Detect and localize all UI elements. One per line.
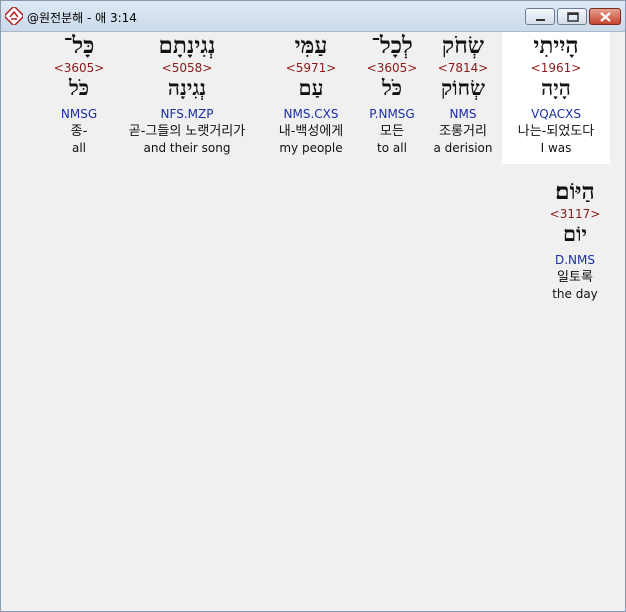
title-bar[interactable]: @원전분해 - 애 3:14 xyxy=(1,1,625,32)
close-icon xyxy=(600,12,611,22)
interlinear-panel: הָיִיתִי <1961> הָיָה VQACXS 나는-되었도다 I w… xyxy=(5,32,621,608)
korean-gloss: 일토록 xyxy=(557,270,593,285)
word-block[interactable]: הַיּוֹם׃ <3117> יוֹם D.NMS 일토록 the day xyxy=(521,178,626,310)
morphology-code: NMS.CXS xyxy=(283,107,339,121)
english-gloss: all xyxy=(71,141,87,155)
word-block[interactable]: כָּל־ <3605> כֹּל NMSG 종- all xyxy=(29,32,129,164)
english-gloss: and their song xyxy=(143,141,231,155)
app-window: @원전분해 - 애 3:14 הָיִיתִי <1961> הָיָה VQA… xyxy=(0,0,626,612)
maximize-icon xyxy=(567,12,579,22)
maximize-button[interactable] xyxy=(557,8,587,25)
morphology-code: VQACXS xyxy=(531,107,581,121)
window-title: @원전분해 - 애 3:14 xyxy=(27,11,137,25)
hebrew-lemma: כֹּל xyxy=(68,75,90,100)
english-gloss: my people xyxy=(279,141,343,155)
english-gloss: the day xyxy=(552,287,598,301)
word-block[interactable]: נְגִינָתָם <5058> נְגִינָה NFS.MZP 곧-그들의… xyxy=(107,32,267,164)
hebrew-lemma: הָיָה xyxy=(541,75,571,100)
hebrew-word: הַיּוֹם׃ xyxy=(555,178,595,205)
morphology-code: NMSG xyxy=(60,107,98,121)
close-button[interactable] xyxy=(589,8,621,25)
korean-gloss: 내-백성에게 xyxy=(278,124,344,139)
minimize-icon xyxy=(536,19,545,21)
hebrew-word: כָּל־ xyxy=(63,32,95,59)
hebrew-word: הָיִיתִי xyxy=(533,32,579,59)
korean-gloss: 곧-그들의 노랫거리가 xyxy=(128,124,246,139)
english-gloss: I was xyxy=(540,141,572,155)
app-icon xyxy=(5,7,23,25)
word-block[interactable]: עַמִּי <5971> עַם NMS.CXS 내-백성에게 my peop… xyxy=(257,32,365,164)
hebrew-lemma: עַם xyxy=(298,75,324,100)
korean-gloss: 종- xyxy=(70,124,88,139)
hebrew-word: עַמִּי xyxy=(294,32,328,59)
morphology-code: NFS.MZP xyxy=(160,107,214,121)
hebrew-lemma: יוֹם xyxy=(563,221,587,246)
morphology-code: D.NMS xyxy=(554,253,595,267)
hebrew-word: נְגִינָתָם xyxy=(158,32,216,59)
korean-gloss: 나는-되었도다 xyxy=(517,124,595,139)
word-block[interactable]: הָיִיתִי <1961> הָיָה VQACXS 나는-되었도다 I w… xyxy=(502,32,610,164)
minimize-button[interactable] xyxy=(525,8,555,25)
hebrew-lemma: נְגִינָה xyxy=(167,75,207,100)
